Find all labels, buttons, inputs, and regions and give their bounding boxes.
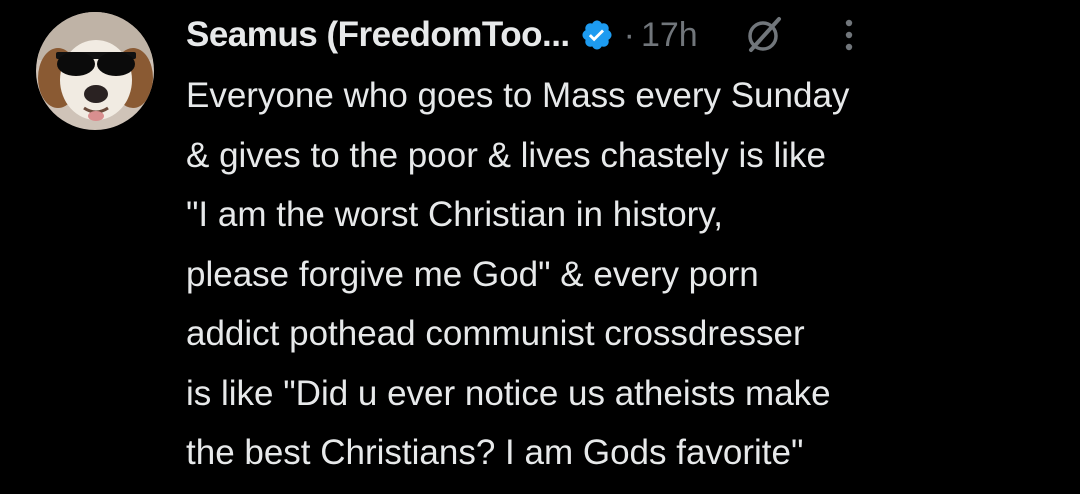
tweet-text-line: Everyone who goes to Mass every Sunday: [186, 76, 850, 115]
tweet-text-line: "I am the worst Christian in history,: [186, 195, 723, 234]
tweet-text-line: is like "Did u ever notice us atheists m…: [186, 373, 831, 413]
more-options-vertical-icon[interactable]: [842, 15, 856, 55]
tweet-text: Everyone who goes to Mass every Sunday &…: [186, 66, 1056, 483]
tweet-header: Seamus (FreedomToo... · 17h: [186, 10, 1056, 60]
tweet: Seamus (FreedomToo... · 17h Everyone who…: [0, 0, 1080, 494]
meta-separator: ·: [623, 15, 635, 54]
author-display-name[interactable]: Seamus (FreedomToo...: [186, 15, 570, 55]
tweet-text-line: addict pothead communist crossdresser: [186, 314, 805, 353]
tweet-text-line: the best Christians? I am Gods favorite": [186, 433, 804, 472]
tweet-timestamp[interactable]: 17h: [641, 16, 698, 55]
tweet-text-line: & gives to the poor & lives chastely is …: [186, 135, 827, 175]
verified-badge-icon[interactable]: [580, 18, 614, 52]
dog-with-sunglasses-avatar: [36, 12, 154, 130]
author-avatar[interactable]: [36, 12, 154, 130]
tweet-text-line: please forgive me God" & every porn: [186, 254, 759, 294]
grok-slash-icon[interactable]: [742, 14, 784, 56]
